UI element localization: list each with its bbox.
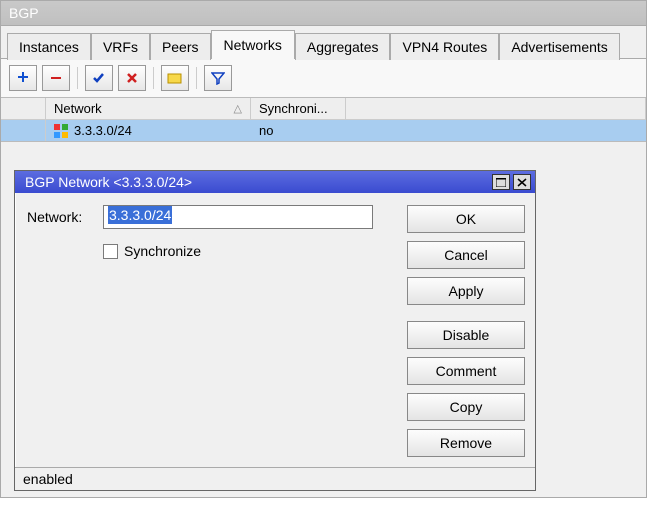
network-input[interactable]: 3.3.3.0/24 [103,205,373,229]
tab-aggregates[interactable]: Aggregates [295,33,391,60]
maximize-icon [496,178,506,187]
tab-bar: Instances VRFs Peers Networks Aggregates… [1,26,646,59]
dialog-title: BGP Network <3.3.3.0/24> [25,174,192,190]
disable-button[interactable]: Disable [407,321,525,349]
col-header-blank[interactable] [1,98,46,119]
bgp-window: BGP Instances VRFs Peers Networks Aggreg… [0,0,647,498]
ok-button[interactable]: OK [407,205,525,233]
minus-icon [49,71,63,85]
filter-button[interactable] [204,65,232,91]
add-button[interactable] [9,65,37,91]
tab-advertisements[interactable]: Advertisements [499,33,619,60]
x-icon [125,71,139,85]
remove-button[interactable] [42,65,70,91]
tab-instances[interactable]: Instances [7,33,91,60]
enable-button[interactable] [85,65,113,91]
comment-button-dialog[interactable]: Comment [407,357,525,385]
disable-button[interactable] [118,65,146,91]
plus-icon [16,71,30,85]
funnel-icon [211,71,225,85]
check-icon [92,71,106,85]
dialog-titlebar[interactable]: BGP Network <3.3.3.0/24> [15,171,535,193]
window-body: Instances VRFs Peers Networks Aggregates… [1,26,646,497]
dialog-button-column: OK Cancel Apply Disable Comment Copy Rem… [407,205,525,457]
col-header-network[interactable]: Network △ [46,98,251,119]
dialog-titlebar-buttons [492,174,531,190]
network-item-icon [54,124,68,138]
networks-table: Network △ Synchroni... 3.3.3.0/24 no [1,97,646,142]
apply-button[interactable]: Apply [407,277,525,305]
tab-vrfs[interactable]: VRFs [91,33,150,60]
col-header-synchronize[interactable]: Synchroni... [251,98,346,119]
col-header-network-label: Network [54,101,102,116]
sort-indicator-icon: △ [228,102,242,115]
cell-synchronize: no [251,120,346,141]
cell-network-value: 3.3.3.0/24 [74,123,132,138]
note-icon [167,71,183,85]
toolbar [1,59,646,97]
window-title: BGP [1,1,646,26]
dialog-body: Network: 3.3.3.0/24 Synchronize OK Cance… [15,193,535,467]
row-marker [1,120,46,141]
synchronize-row: Synchronize [103,243,391,259]
synchronize-label: Synchronize [124,243,201,259]
network-label: Network: [27,209,97,225]
tab-networks[interactable]: Networks [211,30,295,59]
copy-button[interactable]: Copy [407,393,525,421]
comment-button[interactable] [161,65,189,91]
dialog-form: Network: 3.3.3.0/24 Synchronize [27,205,391,457]
maximize-button[interactable] [492,174,510,190]
tab-vpn4-routes[interactable]: VPN4 Routes [390,33,499,60]
col-header-rest [346,98,646,119]
network-input-value: 3.3.3.0/24 [108,206,172,224]
dialog-statusbar: enabled [15,467,535,490]
cell-network: 3.3.3.0/24 [46,120,251,141]
network-row: Network: 3.3.3.0/24 [27,205,391,229]
synchronize-checkbox[interactable] [103,244,118,259]
tab-peers[interactable]: Peers [150,33,211,60]
remove-button-dialog[interactable]: Remove [407,429,525,457]
table-header: Network △ Synchroni... [1,98,646,120]
close-icon [517,178,527,187]
cancel-button[interactable]: Cancel [407,241,525,269]
table-row[interactable]: 3.3.3.0/24 no [1,120,646,141]
close-button[interactable] [513,174,531,190]
bgp-network-dialog: BGP Network <3.3.3.0/24> Network: 3.3.3 [14,170,536,491]
